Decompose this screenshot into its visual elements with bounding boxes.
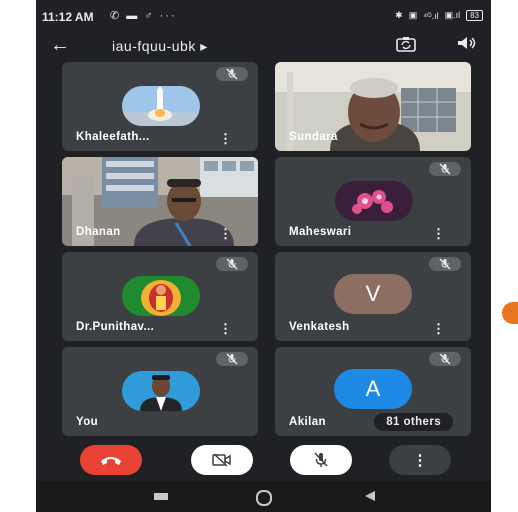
meeting-code[interactable]: iau-fquu-ubk ▸ (112, 38, 208, 55)
mic-off-icon (429, 352, 461, 366)
recents-icon[interactable] (154, 493, 168, 500)
participant-name: Venkatesh (289, 321, 350, 333)
participant-tile[interactable]: A Akilan 81 others (275, 347, 471, 436)
rocket-launch-avatar (122, 86, 200, 126)
letter-avatar: V (334, 274, 412, 314)
participant-tile[interactable]: Khaleefath... ⋮ (62, 62, 258, 151)
participant-tile[interactable]: Sundara (275, 62, 471, 151)
more-options-icon[interactable]: ⋮ (432, 322, 445, 335)
speaker-glyph (458, 37, 476, 49)
notification-icons: ✆ ▬ ♂ ··· (110, 10, 177, 22)
flower-avatar (335, 181, 413, 221)
switch-camera-icon[interactable] (396, 36, 416, 56)
others-count-chip[interactable]: 81 others (374, 413, 453, 431)
camera-toggle-button[interactable] (191, 445, 253, 475)
meeting-top-bar: ← iau-fquu-ubk ▸ (36, 30, 491, 62)
phone-screen: 11:12 AM ✆ ▬ ♂ ··· ✱ ▣ ⁴ᴳ.ıl ▣.ıl 83 ← i… (36, 0, 491, 512)
home-icon[interactable] (256, 490, 272, 506)
participant-name: Dhanan (76, 226, 121, 238)
mic-off-icon (216, 352, 248, 366)
participant-name: Sundara (289, 131, 338, 143)
deity-image-avatar (122, 276, 200, 316)
mic-off-icon (314, 452, 328, 467)
more-options-icon[interactable]: ⋮ (219, 322, 232, 335)
status-right-icons: ✱ ▣ ⁴ᴳ.ıl ▣.ıl 83 (395, 10, 483, 21)
hang-up-icon (101, 457, 121, 465)
more-vert-icon: ⋮ (412, 452, 428, 469)
more-options-icon[interactable]: ⋮ (219, 132, 232, 145)
participant-name: You (76, 416, 99, 428)
participant-name: Khaleefath... (76, 131, 150, 143)
mic-toggle-button[interactable] (290, 445, 352, 475)
participant-tile[interactable]: You (62, 347, 258, 436)
mic-off-icon (429, 257, 461, 271)
participant-tile[interactable]: V Venkatesh ⋮ (275, 252, 471, 341)
switch-camera-glyph (396, 37, 416, 52)
participant-tile[interactable]: Dr.Punithav... ⋮ (62, 252, 258, 341)
volte-icon: ▣ (408, 10, 418, 20)
signal-icon: ▣.ıl (444, 10, 461, 20)
participant-name: Dr.Punithav... (76, 321, 155, 333)
more-options-icon[interactable]: ⋮ (219, 227, 232, 240)
user-photo-avatar (122, 371, 200, 411)
mic-off-icon (429, 162, 461, 176)
battery-icon: 83 (466, 10, 483, 21)
status-time: 11:12 AM (42, 10, 94, 24)
signal-4g-icon: ⁴ᴳ.ıl (423, 10, 439, 21)
android-nav-bar (36, 481, 491, 512)
status-bar: 11:12 AM ✆ ▬ ♂ ··· ✱ ▣ ⁴ᴳ.ıl ▣.ıl 83 (36, 0, 491, 30)
participant-tile[interactable]: Maheswari ⋮ (275, 157, 471, 246)
mic-off-icon (216, 257, 248, 271)
mic-off-icon (216, 67, 248, 81)
participant-tile[interactable]: Dhanan ⋮ (62, 157, 258, 246)
back-arrow-icon[interactable]: ← (50, 34, 70, 57)
end-call-button[interactable] (80, 445, 142, 475)
participant-name: Maheswari (289, 226, 352, 238)
floating-bubble-icon[interactable] (502, 302, 518, 324)
video-off-icon (212, 453, 231, 467)
back-nav-icon[interactable] (364, 490, 376, 502)
letter-avatar: A (334, 369, 412, 409)
participant-name: Akilan (289, 416, 326, 428)
bluetooth-icon: ✱ (395, 10, 403, 20)
more-options-icon[interactable]: ⋮ (432, 227, 445, 240)
more-options-button[interactable]: ⋮ (389, 445, 451, 475)
speaker-icon[interactable] (456, 35, 476, 56)
